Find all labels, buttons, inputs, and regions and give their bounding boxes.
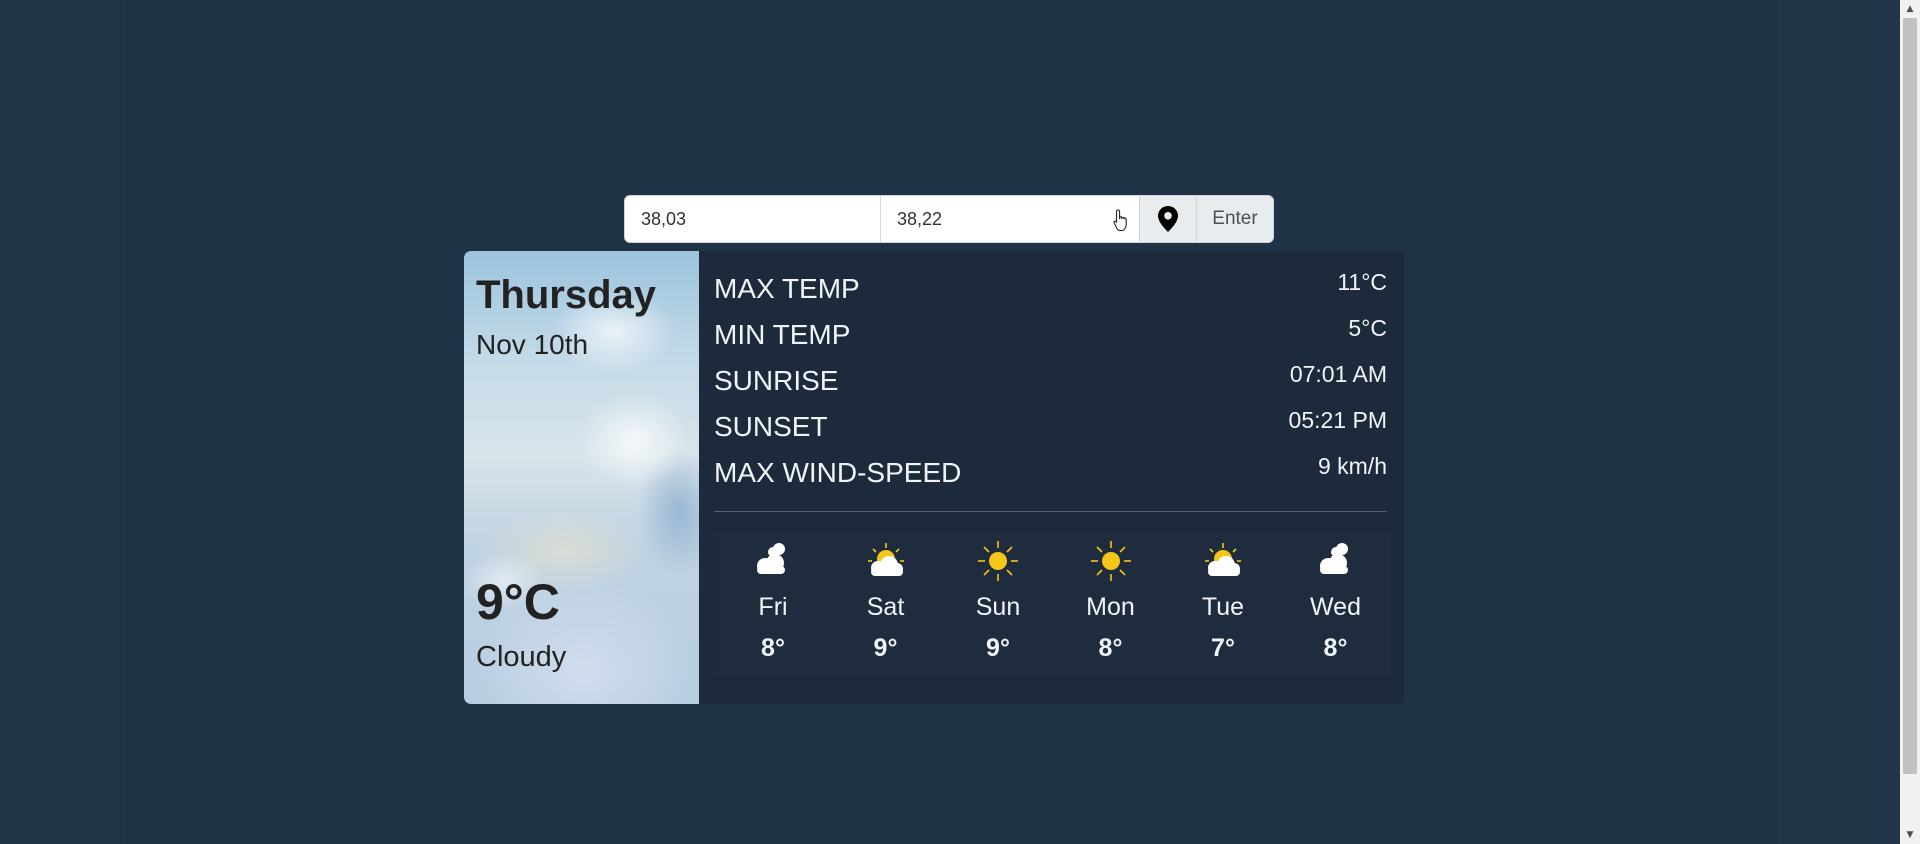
clouds-icon [1319,543,1348,574]
forecast-item: Wed 8° [1279,533,1392,675]
stat-value: 07:01 AM [1289,361,1387,387]
current-condition: Cloudy [476,641,567,673]
stat-label: MAX TEMP [714,273,860,304]
forecast-day: Sat [866,593,905,621]
forecast-item: Sun 9° [941,533,1054,675]
page: Enter Thursday Nov 10th 9°C Cloudy MAX T… [0,0,1920,844]
forecast-temp: 8° [761,634,785,662]
stat-value: 5°C [1348,315,1387,341]
forecast-item: Fri 8° [716,533,829,675]
stat-label: MIN TEMP [714,319,851,350]
stat-label: MAX WIND-SPEED [714,457,962,488]
clouds-icon [757,543,785,574]
divider [714,511,1387,512]
forecast-day: Tue [1201,593,1245,621]
scrollbar-thumb[interactable] [1903,18,1917,774]
forecast-day: Fri [758,593,788,621]
coordinates-search-bar: Enter [624,195,1274,243]
today-panel: Thursday Nov 10th 9°C Cloudy [464,251,699,704]
stat-value: 05:21 PM [1288,407,1387,433]
forecast-item: Tue 7° [1166,533,1279,675]
partly-cloudy-icon [1205,543,1241,576]
forecast-temp: 7° [1211,634,1235,662]
stat-row-sunrise: SUNRISE 07:01 AM [714,361,1387,409]
scroll-up-icon[interactable]: ▲ [1900,0,1920,18]
forecast-day: Wed [1310,593,1361,621]
stat-row-min-temp: MIN TEMP 5°C [714,315,1387,363]
current-day: Thursday [476,273,657,317]
forecast-day: Mon [1086,593,1135,621]
forecast-temp: 9° [873,634,898,662]
stat-row-max-temp: MAX TEMP 11°C [714,269,1387,317]
stat-row-sunset: SUNSET 05:21 PM [714,407,1387,455]
stat-row-wind-speed: MAX WIND-SPEED 9 km/h [714,453,1387,501]
stat-value: 11°C [1337,269,1387,295]
sun-icon [978,541,1018,581]
forecast-strip: Fri 8° Sat 9° Sun 9° Mon 8° Tue 7° Wed 8… [716,533,1391,675]
hand-cursor-icon [1113,209,1127,232]
current-date: Nov 10th [476,329,589,360]
partly-cloudy-icon [867,543,904,576]
weather-card: Thursday Nov 10th 9°C Cloudy MAX TEMP 11… [464,251,1404,704]
enter-button[interactable]: Enter [1196,196,1273,242]
latitude-input[interactable] [625,196,881,242]
longitude-input[interactable] [881,196,1139,242]
sun-icon [1090,541,1131,581]
forecast-temp: 8° [1323,634,1348,662]
forecast-day: Sun [975,593,1021,621]
forecast-temp: 9° [986,634,1010,662]
forecast-temp: 8° [1098,634,1123,662]
map-pin-icon [1158,206,1178,232]
scroll-down-icon[interactable]: ▼ [1900,826,1920,844]
details-panel: MAX TEMP 11°C MIN TEMP 5°C SUNRISE 07:01… [699,251,1404,704]
stat-value: 9 km/h [1317,453,1387,479]
location-button[interactable] [1139,196,1196,242]
vertical-scrollbar[interactable]: ▲ ▼ [1900,0,1920,844]
current-temperature: 9°C [476,574,560,630]
stat-label: SUNSET [714,411,828,442]
forecast-item: Sat 9° [829,533,942,675]
stat-label: SUNRISE [714,365,839,396]
forecast-item: Mon 8° [1054,533,1167,675]
